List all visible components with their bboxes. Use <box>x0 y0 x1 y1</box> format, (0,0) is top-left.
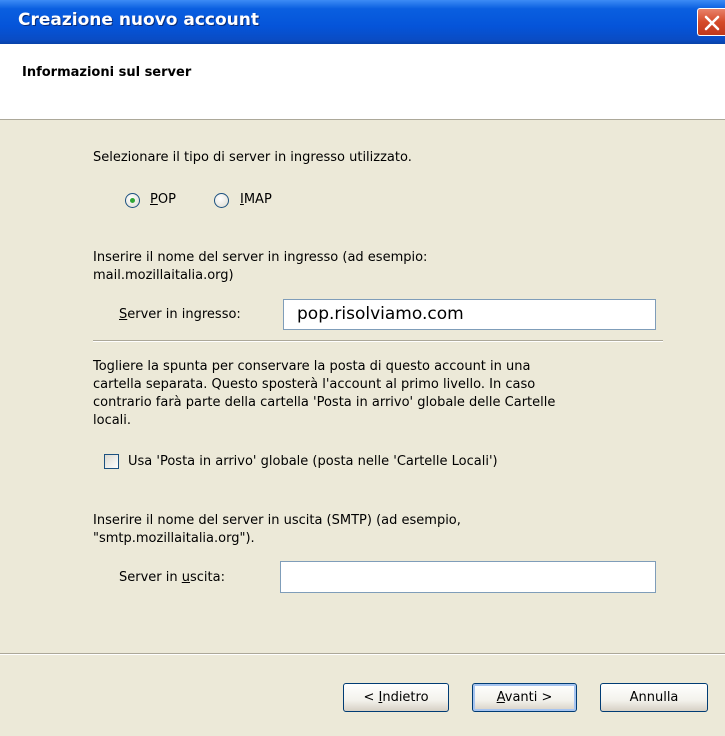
incoming-description-line2: mail.mozillaitalia.org) <box>93 268 234 283</box>
incoming-label-rest: erver in ingresso: <box>127 307 241 322</box>
incoming-server-label: Server in ingresso: <box>119 307 241 322</box>
wizard-header: Informazioni sul server <box>0 44 725 120</box>
outgoing-description-line1: Inserire il nome del server in uscita (S… <box>93 513 461 528</box>
server-type-prompt: Selezionare il tipo di server in ingress… <box>93 150 412 165</box>
outgoing-server-input[interactable] <box>280 561 656 593</box>
incoming-server-input[interactable]: pop.risolviamo.com <box>283 299 656 330</box>
pop-radio[interactable] <box>125 193 140 208</box>
cancel-button[interactable]: Annulla <box>600 683 708 712</box>
global-inbox-description-line3: contrario farà parte della cartella 'Pos… <box>93 395 556 410</box>
outgoing-label-rest: scita: <box>190 570 225 585</box>
incoming-server-value: pop.risolviamo.com <box>297 304 464 324</box>
outgoing-description-line2: "smtp.mozillaitalia.org"). <box>93 531 255 546</box>
next-button[interactable]: Avanti > <box>472 683 577 712</box>
outgoing-server-label: Server in uscita: <box>119 570 225 585</box>
imap-radio-label[interactable]: IMAP <box>240 191 272 209</box>
pop-label-rest: OP <box>157 192 176 207</box>
close-button[interactable] <box>697 8 725 36</box>
back-button[interactable]: < Indietro <box>343 683 449 712</box>
footer-divider <box>0 653 725 655</box>
global-inbox-description-line1: Togliere la spunta per conservare la pos… <box>93 359 531 374</box>
incoming-description-line1: Inserire il nome del server in ingresso … <box>93 250 428 265</box>
global-inbox-description-line2: cartella separata. Questo sposterà l'acc… <box>93 377 536 392</box>
page-title: Informazioni sul server <box>22 65 192 80</box>
wizard-content: Selezionare il tipo di server in ingress… <box>0 120 725 736</box>
close-icon <box>704 15 720 31</box>
global-inbox-description-line4: locali. <box>93 413 132 428</box>
imap-label-rest: MAP <box>243 192 272 207</box>
window-title: Creazione nuovo account <box>18 10 260 30</box>
pop-radio-label[interactable]: POP <box>150 191 176 209</box>
title-bar[interactable]: Creazione nuovo account <box>0 0 725 44</box>
global-inbox-checkbox[interactable] <box>104 454 119 469</box>
outgoing-label-start: Server in <box>119 570 182 585</box>
imap-radio[interactable] <box>214 193 229 208</box>
section-divider <box>93 340 663 342</box>
global-inbox-checkbox-label[interactable]: Usa 'Posta in arrivo' globale (posta nel… <box>128 453 498 471</box>
account-wizard-window: Creazione nuovo account Informazioni sul… <box>0 0 725 736</box>
